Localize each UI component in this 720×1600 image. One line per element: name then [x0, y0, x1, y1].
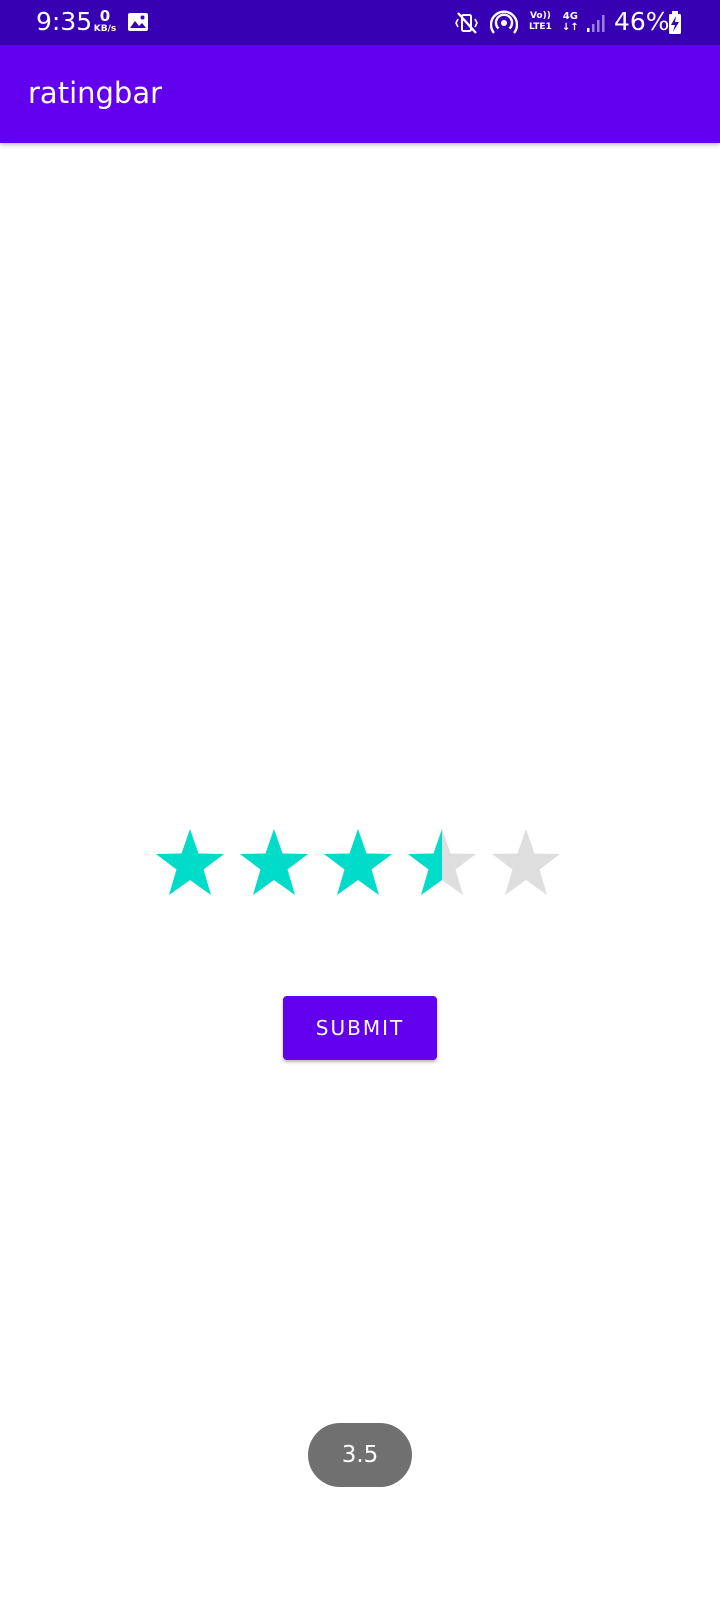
signal-icon [587, 15, 605, 32]
status-bar: 9:35 0 KB/s Vo)) LTE1 4G ↓↑ 46% [0, 0, 720, 45]
status-time: 9:35 [36, 7, 93, 36]
hotspot-icon [490, 10, 518, 34]
net-speed-value: 0 [99, 7, 111, 25]
volte-bottom: LTE1 [529, 22, 552, 32]
volte-indicator: Vo)) LTE1 [529, 11, 552, 33]
battery-percent: 46% [614, 7, 670, 36]
network-type-label: 4G [562, 11, 578, 22]
star-icon[interactable] [322, 828, 394, 898]
rating-bar[interactable] [154, 828, 564, 898]
gallery-icon [128, 13, 148, 31]
network-type: 4G ↓↑ [562, 11, 579, 33]
mute-vibrate-icon [455, 12, 478, 34]
data-arrows-icon: ↓↑ [562, 22, 579, 33]
net-speed-unit: KB/s [93, 24, 117, 34]
star-icon[interactable] [154, 828, 226, 898]
net-speed: 0 KB/s [92, 9, 118, 34]
star-icon[interactable] [490, 828, 562, 898]
battery-charging-icon [669, 11, 681, 34]
app-bar: ratingbar [0, 45, 720, 143]
app-title: ratingbar [28, 76, 163, 110]
star-icon[interactable] [238, 828, 310, 898]
submit-button[interactable]: SUBMIT [283, 996, 437, 1060]
toast-message: 3.5 [308, 1423, 412, 1487]
star-icon[interactable] [406, 828, 478, 898]
volte-top: Vo)) [529, 11, 551, 21]
